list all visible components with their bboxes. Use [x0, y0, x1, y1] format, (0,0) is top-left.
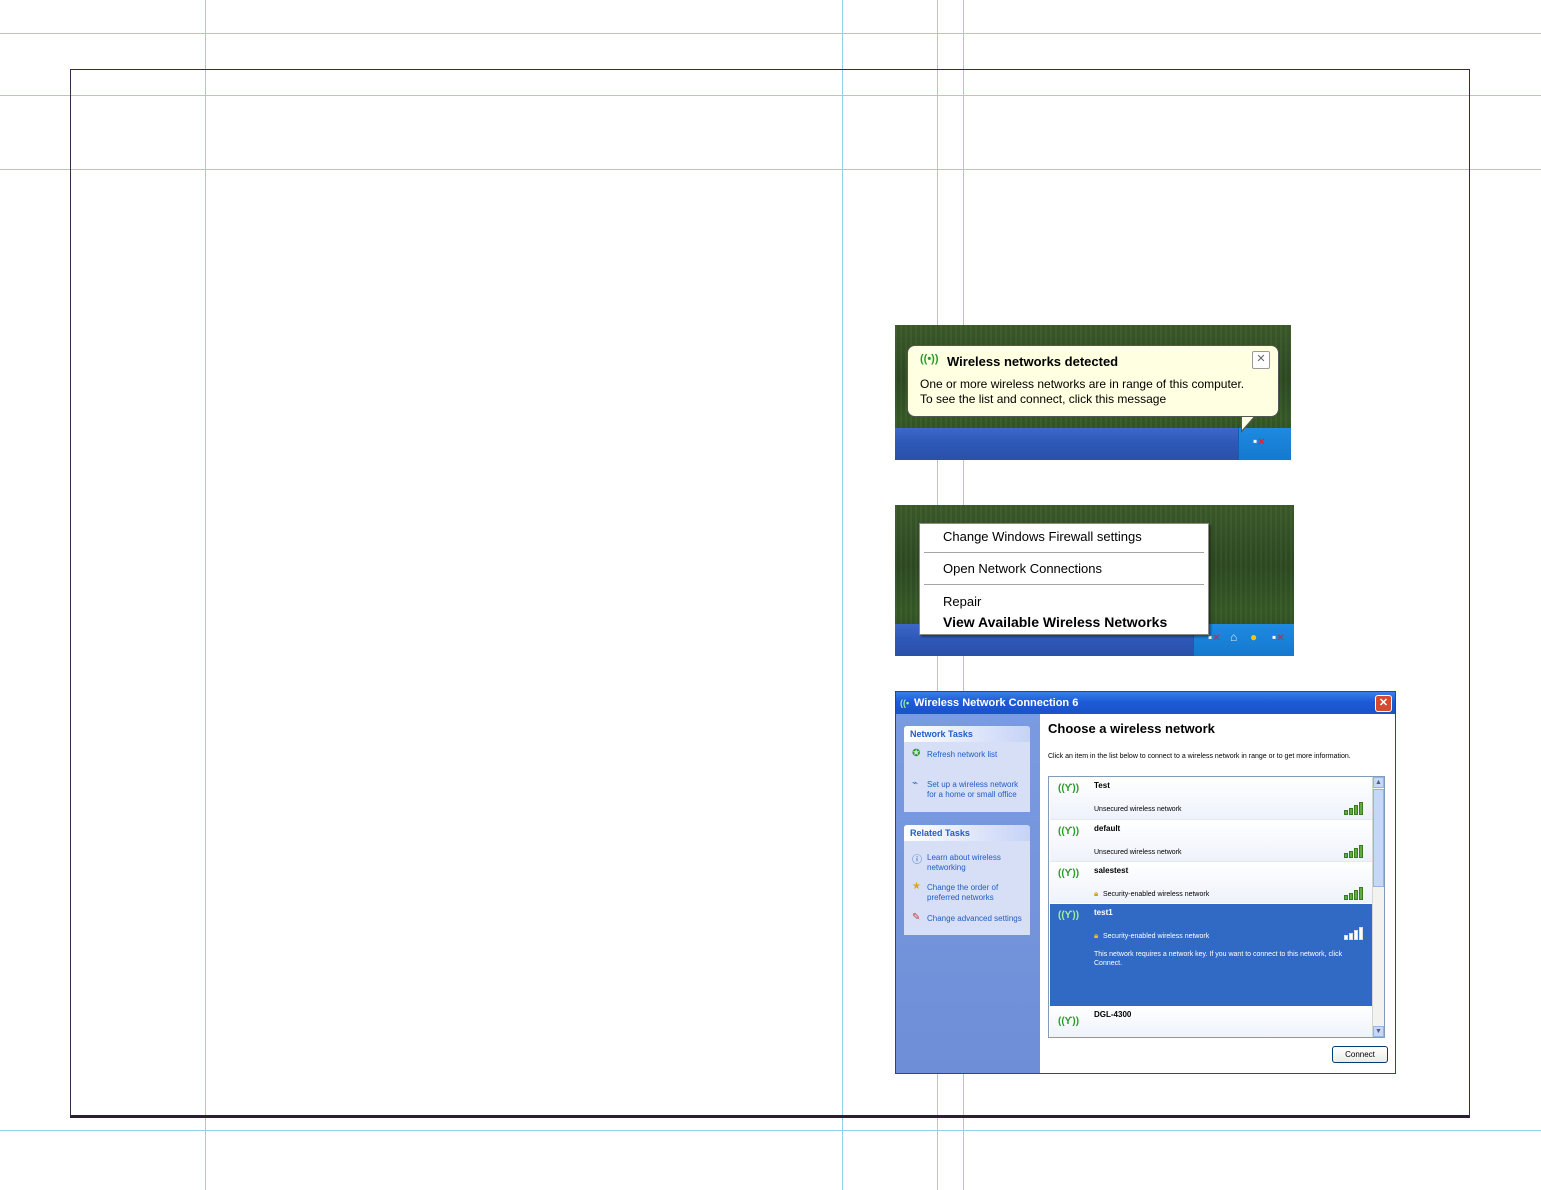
signal-strength-icon — [1344, 845, 1366, 858]
related-tasks-heading: Related Tasks — [904, 825, 1030, 841]
signal-strength-icon — [1344, 802, 1366, 815]
wireless-signal-icon: ((•)) — [920, 353, 939, 365]
network-item-test1[interactable]: ((ϒ)) test1 🔒︎ Security-enabled wireless… — [1050, 904, 1374, 1006]
network-security: Security-enabled wireless network — [1103, 891, 1210, 898]
menu-item-firewall-settings[interactable]: Change Windows Firewall settings — [943, 529, 1142, 544]
wireless-network-window: ((• Wireless Network Connection 6 ✕ Netw… — [895, 691, 1396, 1074]
network-disconnected-icon[interactable]: ▪✕ — [1272, 630, 1285, 644]
network-name: test1 — [1094, 908, 1113, 917]
signal-strength-icon — [1344, 1030, 1366, 1037]
refresh-icon: ✪ — [912, 748, 921, 759]
network-tasks-panel: Network Tasks ✪ Refresh network list ⌁ S… — [904, 726, 1030, 812]
scrollbar[interactable]: ▲ ▼ — [1372, 777, 1384, 1037]
network-list: ((ϒ)) Test Unsecured wireless network ((… — [1048, 776, 1385, 1038]
info-icon: ⓘ — [912, 855, 922, 866]
menu-divider — [924, 552, 1204, 553]
wireless-balloon[interactable]: ((•)) Wireless networks detected ✕ One o… — [907, 345, 1279, 417]
change-preferred-order-link[interactable]: Change the order of preferred networks — [927, 883, 1027, 903]
scrollbar-thumb[interactable] — [1373, 789, 1384, 887]
refresh-network-list-link[interactable]: Refresh network list — [927, 750, 1027, 760]
menu-item-repair[interactable]: Repair — [943, 594, 981, 609]
lock-icon: 🔒︎ — [1094, 889, 1099, 898]
network-name: Test — [1094, 781, 1110, 790]
window-titlebar[interactable]: ((• Wireless Network Connection 6 ✕ — [896, 692, 1395, 714]
menu-item-open-network-connections[interactable]: Open Network Connections — [943, 561, 1102, 576]
wireless-antenna-icon: ((ϒ)) — [1058, 783, 1080, 794]
guide-line — [0, 33, 1541, 34]
scroll-up-icon[interactable]: ▲ — [1373, 777, 1384, 788]
star-icon: ★ — [912, 881, 921, 892]
network-key-note: This network requires a network key. If … — [1094, 951, 1343, 967]
setup-wireless-network-link[interactable]: Set up a wireless network for a home or … — [927, 780, 1027, 800]
setup-network-icon: ⌁ — [912, 778, 919, 789]
network-item-test[interactable]: ((ϒ)) Test Unsecured wireless network — [1050, 777, 1374, 819]
page-description: Click an item in the list below to conne… — [1048, 753, 1351, 760]
balloon-line: To see the list and connect, click this … — [920, 392, 1167, 406]
menu-divider — [924, 584, 1204, 585]
context-menu: Change Windows Firewall settings Open Ne… — [919, 523, 1209, 635]
wireless-antenna-icon: ((ϒ)) — [1058, 910, 1080, 921]
network-item-default[interactable]: ((ϒ)) default Unsecured wireless network — [1050, 819, 1374, 861]
close-icon[interactable]: ✕ — [1375, 695, 1392, 712]
balloon-title: Wireless networks detected — [947, 354, 1119, 369]
context-menu-screenshot: ▪✕ ⌂ ● ▪✕ Change Windows Firewall settin… — [895, 505, 1294, 656]
lock-icon: 🔒︎ — [1094, 931, 1099, 940]
network-item-salestest[interactable]: ((ϒ)) salestest 🔒︎ Security-enabled wire… — [1050, 861, 1374, 903]
learn-wireless-link[interactable]: Learn about wireless networking — [927, 853, 1027, 873]
wireless-disconnected-icon[interactable]: ▪✕ — [1253, 434, 1266, 448]
balloon-screenshot: ▪✕ ((•)) Wireless networks detected ✕ On… — [895, 325, 1291, 460]
balloon-message: One or more wireless networks are in ran… — [920, 377, 1270, 407]
signal-strength-icon — [1344, 927, 1366, 940]
signal-strength-icon — [1344, 887, 1366, 900]
wireless-antenna-icon: ((ϒ)) — [1058, 1016, 1080, 1027]
guide-line — [0, 1130, 1541, 1131]
connect-button[interactable]: Connect — [1332, 1046, 1388, 1063]
network-security: Unsecured wireless network — [1094, 806, 1182, 813]
wireless-antenna-icon: ((ϒ)) — [1058, 868, 1080, 879]
balloon-line: One or more wireless networks are in ran… — [920, 377, 1245, 391]
related-tasks-panel: Related Tasks ⓘ Learn about wireless net… — [904, 825, 1030, 935]
close-icon[interactable]: ✕ — [1252, 351, 1270, 369]
network-security: Security-enabled wireless network — [1103, 933, 1210, 940]
window-icon: ((• — [900, 698, 910, 708]
network-name: default — [1094, 824, 1121, 833]
main-pane: Choose a wireless network Click an item … — [1040, 714, 1395, 1073]
scroll-down-icon[interactable]: ▼ — [1373, 1026, 1384, 1037]
network-security: Unsecured wireless network — [1094, 849, 1182, 856]
wireless-disconnected-icon[interactable]: ▪✕ — [1208, 630, 1221, 644]
network-name: salestest — [1094, 866, 1129, 875]
network-item-dgl-4300[interactable]: ((ϒ)) DGL-4300 — [1050, 1006, 1374, 1037]
wireless-antenna-icon: ((ϒ)) — [1058, 826, 1080, 837]
network-name: DGL-4300 — [1094, 1010, 1132, 1019]
home-icon[interactable]: ⌂ — [1230, 630, 1237, 644]
network-tasks-heading: Network Tasks — [904, 726, 1030, 742]
menu-item-view-wireless-networks[interactable]: View Available Wireless Networks — [943, 614, 1167, 630]
change-advanced-settings-link[interactable]: Change advanced settings — [927, 914, 1027, 924]
settings-icon: ✎ — [912, 912, 921, 923]
task-sidebar: Network Tasks ✪ Refresh network list ⌁ S… — [896, 714, 1040, 1073]
security-alert-icon[interactable]: ● — [1250, 630, 1257, 644]
window-title: Wireless Network Connection 6 — [914, 697, 1079, 709]
taskbar: ▪✕ — [895, 428, 1291, 460]
page-title: Choose a wireless network — [1048, 721, 1215, 736]
